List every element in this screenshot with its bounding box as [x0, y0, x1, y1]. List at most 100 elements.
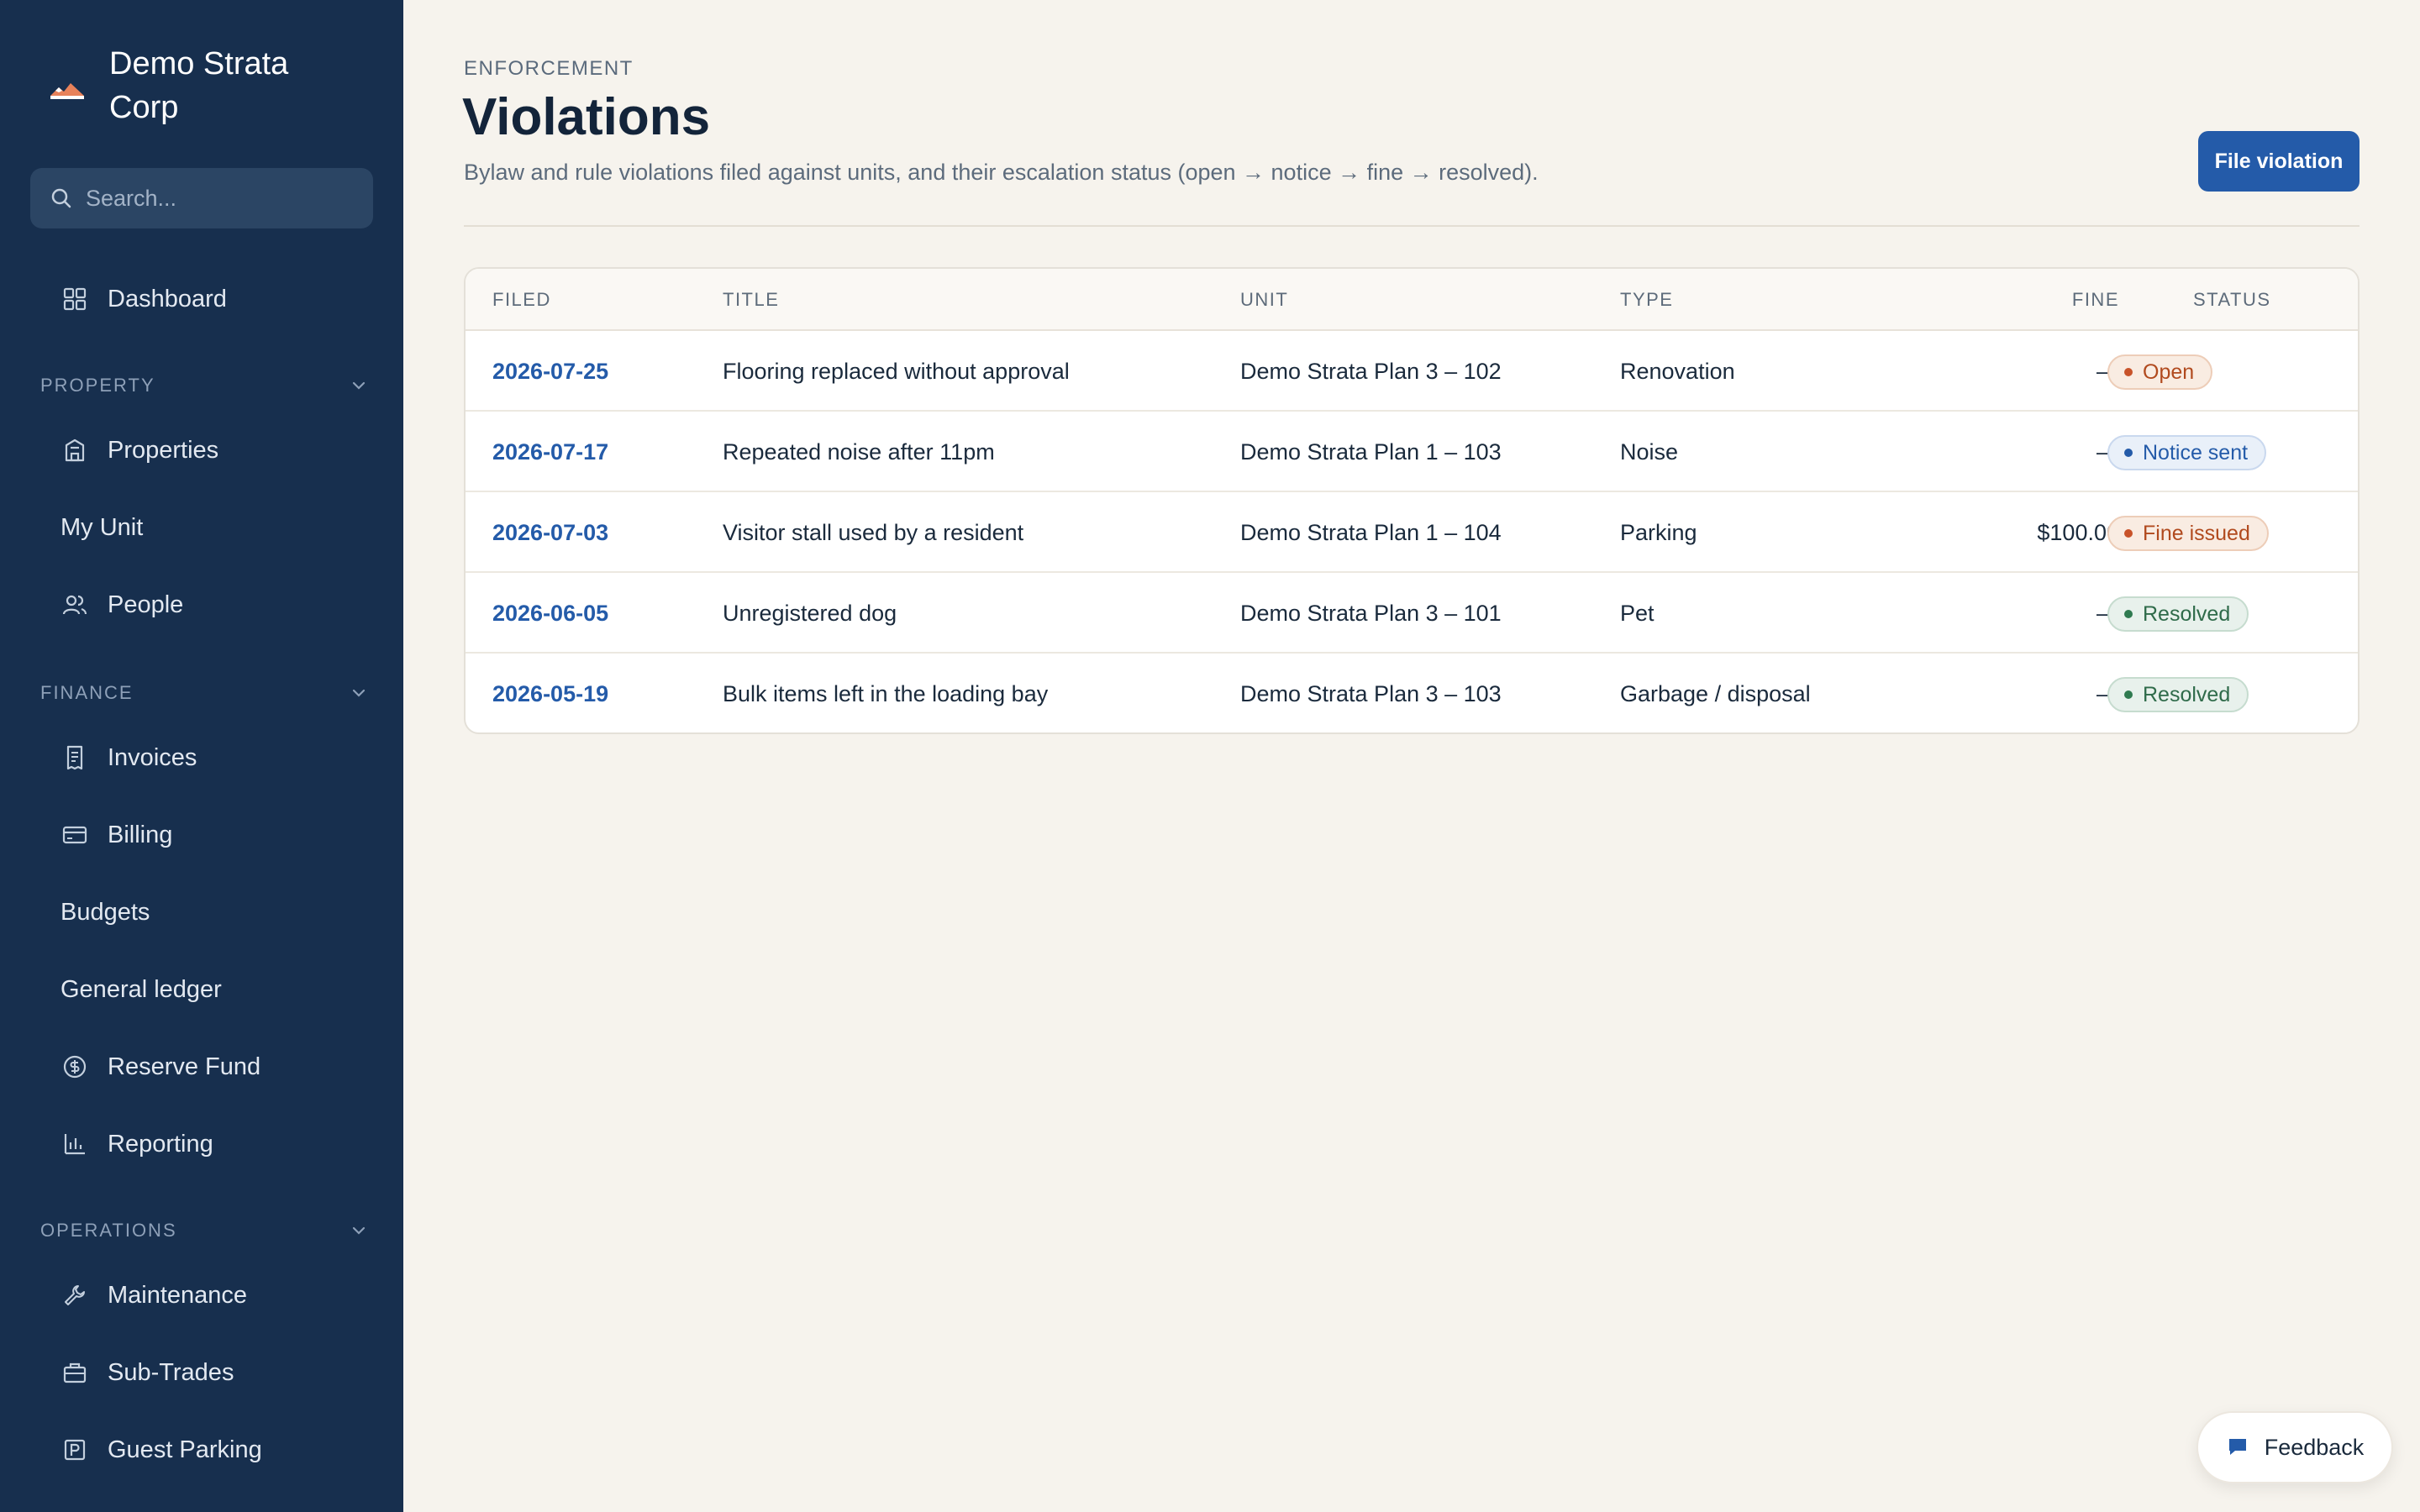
sidebar-item-properties[interactable]: Properties	[60, 425, 380, 475]
violation-title: Repeated noise after 11pm	[723, 439, 995, 465]
status-label: Fine issued	[2143, 521, 2250, 545]
filed-date-link[interactable]: 2026-06-05	[492, 573, 608, 654]
status-badge: Fine issued	[2107, 516, 2269, 551]
building-icon	[60, 436, 89, 465]
status-dot	[2124, 690, 2133, 699]
sidebar-item-label: Reporting	[108, 1130, 213, 1158]
sidebar-item-billing[interactable]: Billing	[60, 810, 380, 860]
search-icon	[51, 188, 71, 208]
table-row[interactable]: 2026-07-25 Flooring replaced without app…	[466, 331, 2358, 412]
page-title: Violations	[462, 88, 711, 146]
fine-amount: $100.00	[2037, 520, 2119, 545]
feedback-label: Feedback	[2264, 1434, 2365, 1460]
sidebar-item-label: Billing	[108, 821, 173, 848]
mountain-logo-icon	[50, 83, 84, 99]
header-divider	[464, 225, 2360, 227]
sidebar-item-label: General ledger	[60, 975, 222, 1003]
wrench-icon	[60, 1281, 89, 1310]
sidebar-item-label: Invoices	[108, 743, 197, 771]
violation-title: Bulk items left in the loading bay	[723, 681, 1049, 706]
chevron-down-icon	[352, 1226, 366, 1235]
status-label: Notice sent	[2143, 440, 2249, 465]
section-operations[interactable]: OPERATIONS	[40, 1220, 368, 1242]
section-label: PROPERTY	[40, 375, 155, 396]
brand-name: Demo Strata Corp	[109, 46, 289, 125]
file-violation-button[interactable]: File violation	[2198, 131, 2360, 192]
chat-bubble-icon	[2228, 1439, 2246, 1455]
sidebar-item-label: People	[108, 591, 184, 618]
sidebar-item-people[interactable]: People	[60, 580, 380, 630]
parking-icon	[60, 1436, 89, 1464]
column-header-unit[interactable]: UNIT	[1240, 269, 1288, 331]
section-finance[interactable]: FINANCE	[40, 682, 368, 704]
status-label: Open	[2143, 360, 2195, 384]
column-header-type[interactable]: TYPE	[1620, 269, 1673, 331]
status-dot	[2124, 368, 2133, 376]
sidebar-item-sub-trades[interactable]: Sub-Trades	[60, 1347, 380, 1398]
sidebar-item-guest-parking[interactable]: Guest Parking	[60, 1425, 380, 1475]
sidebar-item-label: Dashboard	[108, 285, 227, 312]
status-badge: Notice sent	[2107, 435, 2267, 470]
sidebar: Demo Strata Corp Dashboard PROPERTY Prop…	[0, 0, 403, 1512]
unit-name: Demo Strata Plan 1 – 103	[1240, 439, 1502, 465]
column-header-fine[interactable]: FINE	[2010, 269, 2119, 331]
status-badge: Open	[2107, 354, 2213, 390]
credit-card-icon	[60, 821, 89, 849]
brand[interactable]: Demo Strata Corp	[49, 42, 361, 129]
column-header-title[interactable]: TITLE	[723, 269, 779, 331]
page-subtitle: Bylaw and rule violations filed against …	[464, 160, 1539, 185]
table-row[interactable]: 2026-07-03 Visitor stall used by a resid…	[466, 492, 2358, 573]
receipt-icon	[60, 743, 89, 772]
unit-name: Demo Strata Plan 3 – 102	[1240, 359, 1502, 384]
sidebar-item-label: Budgets	[60, 898, 150, 926]
sidebar-item-label: Reserve Fund	[108, 1053, 261, 1080]
violation-type: Renovation	[1620, 359, 1735, 384]
table-row[interactable]: 2026-05-19 Bulk items left in the loadin…	[466, 654, 2358, 732]
column-header-filed[interactable]: FILED	[492, 269, 551, 331]
page-eyebrow: ENFORCEMENT	[464, 57, 634, 80]
violation-title: Unregistered dog	[723, 601, 897, 626]
sidebar-item-budgets[interactable]: Budgets	[60, 887, 380, 937]
table-header: FILED TITLE UNIT TYPE FINE STATUS	[466, 269, 2358, 331]
filed-date-link[interactable]: 2026-05-19	[492, 654, 608, 732]
coin-icon	[60, 1053, 89, 1081]
unit-name: Demo Strata Plan 1 – 104	[1240, 520, 1502, 545]
violations-table: FILED TITLE UNIT TYPE FINE STATUS 2026-0…	[464, 267, 2360, 734]
violation-title: Visitor stall used by a resident	[723, 520, 1024, 545]
sidebar-item-label: Guest Parking	[108, 1436, 262, 1463]
table-row[interactable]: 2026-06-05 Unregistered dog Demo Strata …	[466, 573, 2358, 654]
unit-name: Demo Strata Plan 3 – 103	[1240, 681, 1502, 706]
column-header-status[interactable]: STATUS	[2193, 269, 2271, 331]
status-dot	[2124, 449, 2133, 457]
fine-amount: —	[1951, 573, 2119, 654]
filed-date-link[interactable]: 2026-07-03	[492, 492, 608, 573]
filed-date-link[interactable]: 2026-07-17	[492, 412, 608, 492]
violation-title: Flooring replaced without approval	[723, 359, 1070, 384]
sidebar-item-maintenance[interactable]: Maintenance	[60, 1270, 380, 1320]
unit-name: Demo Strata Plan 3 – 101	[1240, 601, 1502, 626]
sidebar-item-dashboard[interactable]: Dashboard	[60, 274, 380, 324]
status-badge: Resolved	[2107, 596, 2249, 632]
chevron-down-icon	[352, 689, 366, 697]
feedback-button[interactable]: Feedback	[2196, 1411, 2393, 1483]
chevron-down-icon	[352, 381, 366, 390]
sidebar-item-label: My Unit	[60, 513, 144, 541]
section-label: FINANCE	[40, 682, 134, 703]
fine-amount: —	[1951, 654, 2119, 732]
status-label: Resolved	[2143, 682, 2231, 706]
section-property[interactable]: PROPERTY	[40, 375, 368, 396]
status-badge: Resolved	[2107, 677, 2249, 712]
sidebar-item-my-unit[interactable]: My Unit	[60, 502, 380, 553]
sidebar-item-general-ledger[interactable]: General ledger	[60, 964, 380, 1015]
filed-date-link[interactable]: 2026-07-25	[492, 331, 608, 412]
users-icon	[60, 591, 89, 619]
sidebar-item-label: Maintenance	[108, 1281, 248, 1309]
sidebar-item-reporting[interactable]: Reporting	[60, 1119, 380, 1169]
sidebar-item-label: Properties	[108, 436, 219, 464]
search-box[interactable]	[30, 168, 373, 228]
bar-chart-icon	[60, 1130, 89, 1158]
search-input[interactable]	[86, 185, 355, 212]
sidebar-item-invoices[interactable]: Invoices	[60, 732, 380, 783]
table-row[interactable]: 2026-07-17 Repeated noise after 11pm Dem…	[466, 412, 2358, 492]
sidebar-item-reserve-fund[interactable]: Reserve Fund	[60, 1042, 380, 1092]
